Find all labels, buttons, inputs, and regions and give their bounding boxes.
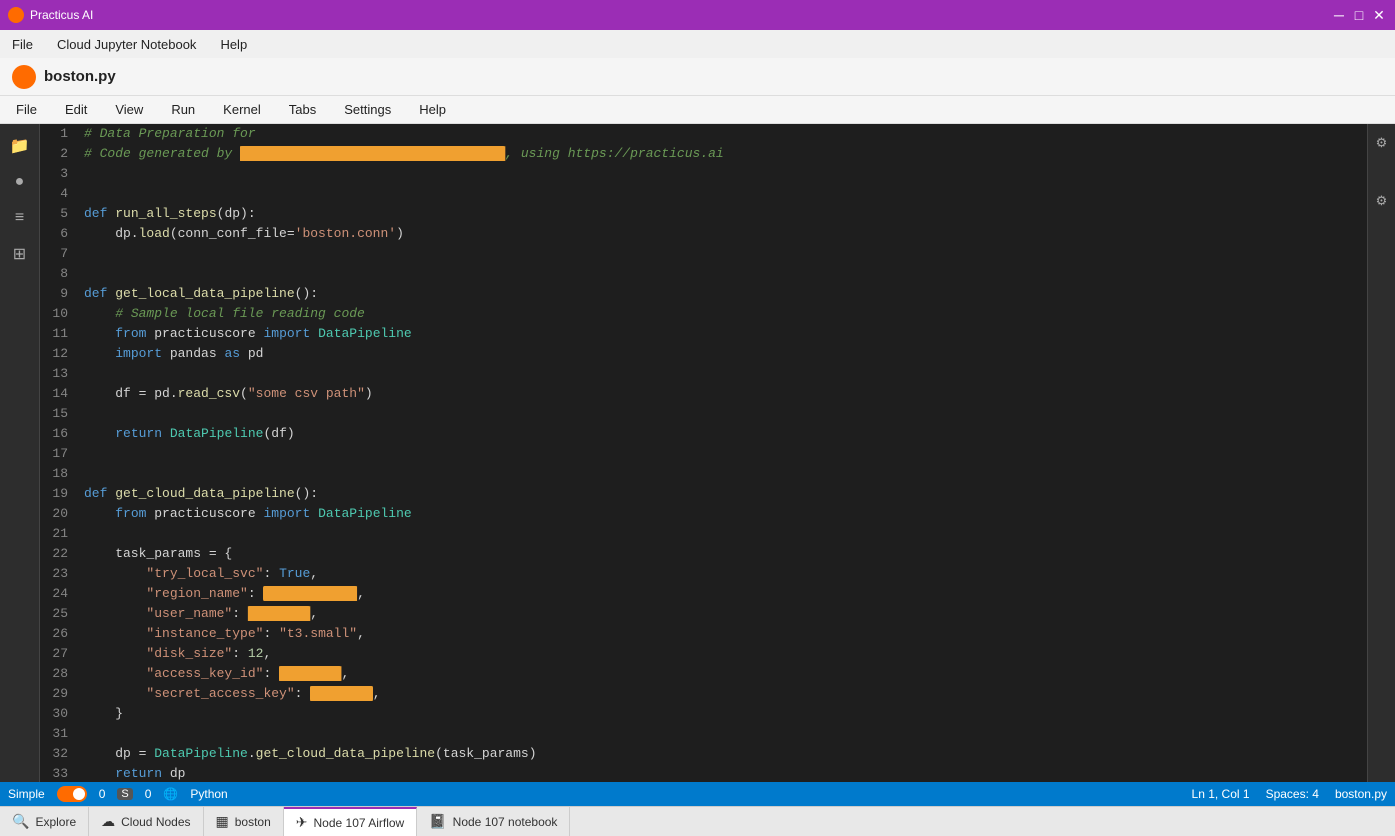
status-num1: 0 — [99, 787, 106, 801]
code-line-22: 22 task_params = { — [40, 544, 1367, 564]
node107-notebook-tab-icon: 📓 — [429, 813, 446, 830]
editor-container: 1 # Data Preparation for 2 # Code genera… — [40, 124, 1367, 782]
appmenu-item-file[interactable]: File — [8, 35, 37, 54]
notebookmenu-item-kernel[interactable]: Kernel — [219, 100, 265, 119]
code-line-29: 29 "secret_access_key": ████████, — [40, 684, 1367, 704]
minimize-button[interactable]: ─ — [1331, 7, 1347, 23]
close-button[interactable]: ✕ — [1371, 7, 1387, 23]
toggle-pill[interactable] — [57, 786, 87, 802]
code-line-27: 27 "disk_size": 12, — [40, 644, 1367, 664]
titlebar: Practicus AI ─ □ ✕ — [0, 0, 1395, 30]
notebookmenu-item-tabs[interactable]: Tabs — [285, 100, 320, 119]
code-line-16: 16 return DataPipeline(df) — [40, 424, 1367, 444]
code-line-12: 12 import pandas as pd — [40, 344, 1367, 364]
notebook-menubar: File Edit View Run Kernel Tabs Settings Help — [0, 96, 1395, 124]
maximize-button[interactable]: □ — [1351, 7, 1367, 23]
code-line-15: 15 — [40, 404, 1367, 424]
cloud-nodes-tab-label: Cloud Nodes — [121, 815, 190, 829]
notebookmenu-item-help[interactable]: Help — [415, 100, 450, 119]
file-title: boston.py — [44, 68, 116, 85]
code-line-24: 24 "region_name": ████████████, — [40, 584, 1367, 604]
app-menubar: File Cloud Jupyter Notebook Help — [0, 30, 1395, 58]
code-editor[interactable]: 1 # Data Preparation for 2 # Code genera… — [40, 124, 1367, 782]
code-line-31: 31 — [40, 724, 1367, 744]
status-toggle[interactable] — [57, 786, 87, 802]
appmenu-item-help[interactable]: Help — [216, 35, 251, 54]
node107-notebook-tab-label: Node 107 notebook — [453, 815, 558, 829]
status-position: Ln 1, Col 1 — [1192, 787, 1250, 801]
status-globe-icon: 🌐 — [163, 787, 178, 801]
code-line-4: 4 — [40, 184, 1367, 204]
code-line-21: 21 — [40, 524, 1367, 544]
notebookmenu-item-settings[interactable]: Settings — [340, 100, 395, 119]
status-icon1: S — [117, 788, 132, 800]
code-line-30: 30 } — [40, 704, 1367, 724]
folder-icon[interactable]: 📁 — [6, 132, 34, 160]
notebookmenu-item-edit[interactable]: Edit — [61, 100, 91, 119]
code-line-9: 9 def get_local_data_pipeline(): — [40, 284, 1367, 304]
code-line-8: 8 — [40, 264, 1367, 284]
code-line-19: 19 def get_cloud_data_pipeline(): — [40, 484, 1367, 504]
boston-tab-label: boston — [235, 815, 271, 829]
code-line-20: 20 from practicuscore import DataPipelin… — [40, 504, 1367, 524]
code-line-6: 6 dp.load(conn_conf_file='boston.conn') — [40, 224, 1367, 244]
file-titlebar: boston.py — [0, 58, 1395, 96]
code-line-11: 11 from practicuscore import DataPipelin… — [40, 324, 1367, 344]
code-line-33: 33 return dp — [40, 764, 1367, 782]
code-line-13: 13 — [40, 364, 1367, 384]
status-right: Ln 1, Col 1 Spaces: 4 boston.py — [1192, 787, 1387, 801]
file-logo-icon — [12, 65, 36, 89]
puzzle-icon[interactable]: ⊞ — [6, 240, 34, 268]
cloud-nodes-tab[interactable]: ☁ Cloud Nodes — [89, 807, 203, 836]
bottom-tabbar: 🔍 Explore ☁ Cloud Nodes ▦ boston ✈ Node … — [0, 806, 1395, 836]
left-sidebar: 📁 ● ≡ ⊞ — [0, 124, 40, 782]
status-filename: boston.py — [1335, 787, 1387, 801]
code-line-28: 28 "access_key_id": ████████, — [40, 664, 1367, 684]
code-line-18: 18 — [40, 464, 1367, 484]
app-title: Practicus AI — [30, 8, 1331, 22]
notebookmenu-item-file[interactable]: File — [12, 100, 41, 119]
code-line-7: 7 — [40, 244, 1367, 264]
gear-bottom-icon[interactable]: ⚙ — [1371, 190, 1393, 212]
node107-airflow-tab-label: Node 107 Airflow — [314, 816, 405, 830]
node107-notebook-tab[interactable]: 📓 Node 107 notebook — [417, 807, 570, 836]
main-area: 📁 ● ≡ ⊞ 1 # Data Preparation for 2 # Cod… — [0, 124, 1395, 782]
boston-tab[interactable]: ▦ boston — [204, 807, 284, 836]
status-language: Python — [190, 787, 227, 801]
explore-tab-label: Explore — [35, 815, 76, 829]
appmenu-item-cloud-jupyter-notebook[interactable]: Cloud Jupyter Notebook — [53, 35, 200, 54]
node107-airflow-tab-icon: ✈ — [296, 814, 308, 831]
code-line-32: 32 dp = DataPipeline.get_cloud_data_pipe… — [40, 744, 1367, 764]
toggle-knob — [73, 788, 85, 800]
cloud-nodes-tab-icon: ☁ — [101, 813, 115, 830]
gear-top-icon[interactable]: ⚙ — [1371, 132, 1393, 154]
status-spaces: Spaces: 4 — [1266, 787, 1319, 801]
code-line-17: 17 — [40, 444, 1367, 464]
notebookmenu-item-run[interactable]: Run — [167, 100, 199, 119]
app-icon — [8, 7, 24, 23]
code-line-1: 1 # Data Preparation for — [40, 124, 1367, 144]
code-line-3: 3 — [40, 164, 1367, 184]
statusbar: Simple 0 S 0 🌐 Python Ln 1, Col 1 Spaces… — [0, 782, 1395, 806]
code-line-26: 26 "instance_type": "t3.small", — [40, 624, 1367, 644]
code-line-14: 14 df = pd.read_csv("some csv path") — [40, 384, 1367, 404]
right-sidebar: ⚙ ⚙ — [1367, 124, 1395, 782]
boston-tab-icon: ▦ — [216, 813, 229, 830]
code-line-25: 25 "user_name": ████████, — [40, 604, 1367, 624]
code-line-5: 5 def run_all_steps(dp): — [40, 204, 1367, 224]
code-line-2: 2 # Code generated by ██████████████████… — [40, 144, 1367, 164]
circle-icon[interactable]: ● — [6, 168, 34, 196]
code-line-10: 10 # Sample local file reading code — [40, 304, 1367, 324]
explore-tab[interactable]: 🔍 Explore — [0, 807, 89, 836]
list-icon[interactable]: ≡ — [6, 204, 34, 232]
status-mode: Simple — [8, 787, 45, 801]
window-controls: ─ □ ✕ — [1331, 7, 1387, 23]
explore-tab-icon: 🔍 — [12, 813, 29, 830]
notebookmenu-item-view[interactable]: View — [111, 100, 147, 119]
node107-airflow-tab[interactable]: ✈ Node 107 Airflow — [284, 807, 417, 836]
code-line-23: 23 "try_local_svc": True, — [40, 564, 1367, 584]
status-num2: 0 — [145, 787, 152, 801]
